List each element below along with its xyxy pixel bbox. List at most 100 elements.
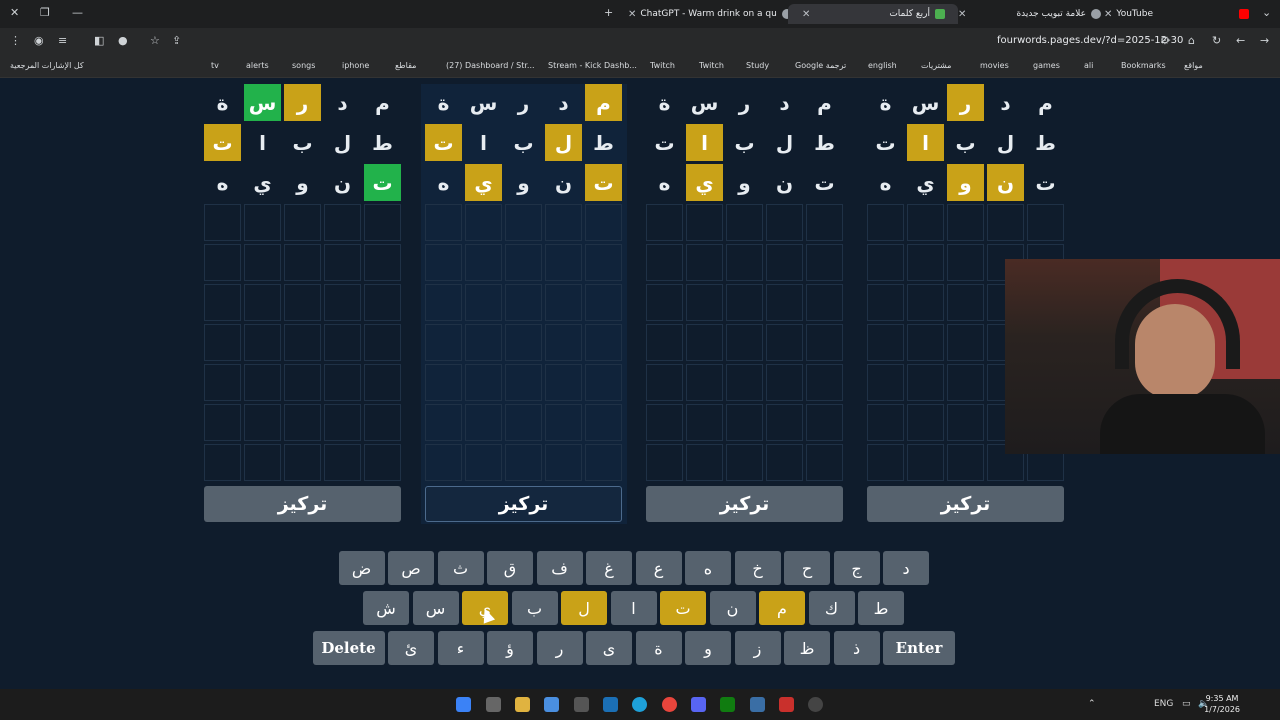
reload-icon[interactable]: ↻: [1212, 34, 1221, 47]
bookmark-star-icon[interactable]: ☆: [150, 34, 160, 47]
obs-icon[interactable]: [808, 697, 823, 712]
address-bar[interactable]: fourwords.pages.dev/?d=2025-12-30: [997, 35, 1183, 46]
bookmark-item[interactable]: Twitch: [650, 61, 675, 70]
tab-close-icon[interactable]: ✕: [628, 9, 636, 20]
letter-key[interactable]: ج: [833, 551, 880, 585]
network-icon[interactable]: ▭: [1182, 699, 1191, 709]
bookmark-item[interactable]: مواقع: [1184, 61, 1203, 70]
focus-button[interactable]: تركيز: [646, 486, 843, 522]
app-icon[interactable]: [750, 697, 765, 712]
tab-chatgpt[interactable]: ✕ ChatGPT - Warm drink on a qu: [628, 4, 798, 24]
letter-key[interactable]: ظ: [784, 631, 830, 665]
letter-key[interactable]: ت: [660, 591, 706, 625]
bookmark-item[interactable]: Google ترجمة: [795, 61, 846, 70]
language-indicator[interactable]: ENG: [1154, 699, 1173, 709]
edge-icon[interactable]: [632, 697, 647, 712]
letter-key[interactable]: ف: [536, 551, 583, 585]
letter-key[interactable]: ث: [437, 551, 484, 585]
close-window-icon[interactable]: ✕: [10, 6, 19, 19]
letter-key[interactable]: ؤ: [487, 631, 533, 665]
performance-icon[interactable]: ●: [118, 34, 128, 47]
letter-key[interactable]: ح: [784, 551, 830, 585]
letter-key[interactable]: د: [883, 551, 929, 585]
letter-key[interactable]: ل: [561, 591, 607, 625]
letter-key[interactable]: ا: [610, 591, 657, 625]
tab-close-icon[interactable]: ✕: [958, 9, 966, 20]
tray-chevron-icon[interactable]: ⌃: [1088, 699, 1096, 709]
delete-key[interactable]: Delete: [312, 631, 385, 665]
bookmark-item[interactable]: alerts: [246, 61, 269, 70]
profile-icon[interactable]: ◉: [34, 34, 44, 47]
letter-key[interactable]: ب: [511, 591, 558, 625]
task-view-icon[interactable]: [486, 697, 501, 712]
store-icon[interactable]: [544, 697, 559, 712]
letter-key[interactable]: ن: [709, 591, 756, 625]
system-clock[interactable]: 9:35 AM 1/7/2026: [1204, 693, 1240, 715]
letter-key[interactable]: ذ: [833, 631, 880, 665]
site-settings-icon[interactable]: ⚙: [1160, 34, 1170, 47]
letter-key[interactable]: ه: [685, 551, 731, 585]
bookmark-item[interactable]: مشتريات: [921, 61, 951, 70]
letter-key[interactable]: م: [759, 591, 805, 625]
new-tab-icon[interactable]: +: [604, 6, 613, 19]
share-icon[interactable]: ⇪: [172, 34, 181, 47]
letter-key[interactable]: ء: [437, 631, 484, 665]
back-icon[interactable]: →: [1260, 34, 1269, 47]
letter-key[interactable]: ى: [586, 631, 632, 665]
restore-window-icon[interactable]: ❐: [40, 6, 50, 19]
steam-icon[interactable]: [603, 697, 618, 712]
enter-key[interactable]: Enter: [883, 631, 955, 665]
bookmark-item[interactable]: Study: [746, 61, 769, 70]
letter-key[interactable]: ش: [363, 591, 409, 625]
extensions-icon[interactable]: ◧: [94, 34, 104, 47]
letter-key[interactable]: غ: [586, 551, 632, 585]
bookmark-item[interactable]: games: [1033, 61, 1060, 70]
tab-search-icon[interactable]: ⌄: [1262, 6, 1271, 19]
bookmark-item[interactable]: كل الإشارات المرجعية: [10, 61, 84, 70]
bookmark-item[interactable]: Bookmarks: [1121, 61, 1166, 70]
minimize-window-icon[interactable]: —: [72, 6, 83, 19]
video-editor-icon[interactable]: [779, 697, 794, 712]
bookmark-item[interactable]: ali: [1084, 61, 1093, 70]
letter-key[interactable]: ز: [734, 631, 781, 665]
bookmark-item[interactable]: english: [868, 61, 897, 70]
tab-youtube[interactable]: ✕ YouTube: [1104, 4, 1254, 24]
letter-key[interactable]: ص: [388, 551, 434, 585]
bookmark-item[interactable]: tv: [211, 61, 219, 70]
letter-key[interactable]: ك: [808, 591, 855, 625]
letter-key[interactable]: ع: [635, 551, 682, 585]
start-icon[interactable]: [456, 697, 471, 712]
tab-close-icon[interactable]: ✕: [802, 9, 810, 20]
bookmark-item[interactable]: iphone: [342, 61, 369, 70]
letter-key[interactable]: س: [412, 591, 459, 625]
focus-button[interactable]: تركيز: [425, 486, 622, 522]
letter-key[interactable]: خ: [734, 551, 781, 585]
letter-key[interactable]: ر: [536, 631, 583, 665]
media-icon[interactable]: ≡: [58, 34, 67, 47]
letter-key[interactable]: ئ: [388, 631, 434, 665]
bookmark-item[interactable]: (27) Dashboard / Str...: [446, 61, 535, 70]
discord-icon[interactable]: [691, 697, 706, 712]
letter-key[interactable]: و: [685, 631, 731, 665]
bookmark-item[interactable]: Stream - Kick Dashb...: [548, 61, 637, 70]
forward-icon[interactable]: ←: [1236, 34, 1245, 47]
bookmark-item[interactable]: movies: [980, 61, 1009, 70]
focus-button[interactable]: تركيز: [204, 486, 401, 522]
file-explorer-icon[interactable]: [515, 697, 530, 712]
menu-icon[interactable]: ⋮: [10, 34, 21, 47]
bookmark-item[interactable]: songs: [292, 61, 315, 70]
xbox-icon[interactable]: [720, 697, 735, 712]
letter-key[interactable]: ة: [635, 631, 682, 665]
terminal-icon[interactable]: [574, 697, 589, 712]
bookmark-item[interactable]: مقاطع: [395, 61, 416, 70]
tab-close-icon[interactable]: ✕: [1104, 9, 1112, 20]
chrome-taskbar-icon[interactable]: [662, 697, 677, 712]
tab-new-tab[interactable]: ✕ علامة تبويب جديدة: [944, 4, 1114, 24]
letter-key[interactable]: ط: [858, 591, 904, 625]
letter-key[interactable]: ض: [338, 551, 385, 585]
home-icon[interactable]: ⌂: [1188, 34, 1195, 47]
letter-key[interactable]: ق: [487, 551, 533, 585]
tab-four-words[interactable]: ✕ أربع كلمات: [788, 4, 958, 24]
bookmark-item[interactable]: Twitch: [699, 61, 724, 70]
focus-button[interactable]: تركيز: [867, 486, 1064, 522]
